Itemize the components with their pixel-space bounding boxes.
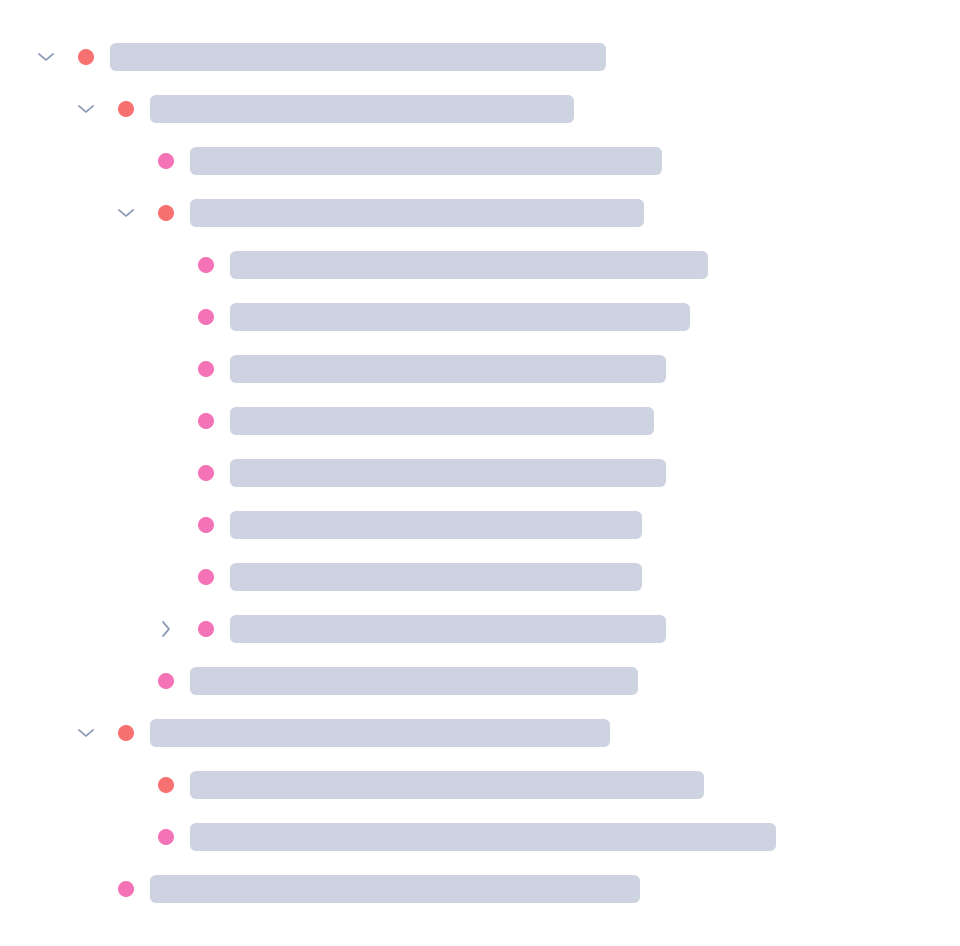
tree-node-row[interactable] xyxy=(0,199,960,227)
chevron-down-icon[interactable] xyxy=(36,47,56,67)
tree-node-label[interactable] xyxy=(110,43,606,71)
folder-dot-icon xyxy=(78,49,94,65)
tree-node-label[interactable] xyxy=(230,563,642,591)
leaf-dot-icon xyxy=(158,153,174,169)
tree-node-row[interactable] xyxy=(0,43,960,71)
folder-dot-icon xyxy=(118,725,134,741)
tree-node-row[interactable] xyxy=(0,95,960,123)
tree-node-row[interactable] xyxy=(0,147,960,175)
chevron-down-icon[interactable] xyxy=(76,99,96,119)
tree-node-row[interactable] xyxy=(0,355,960,383)
chevron-right-icon[interactable] xyxy=(156,619,176,639)
tree-node-label[interactable] xyxy=(150,719,610,747)
tree-node-row[interactable] xyxy=(0,875,960,903)
tree-node-row[interactable] xyxy=(0,667,960,695)
leaf-dot-icon xyxy=(198,621,214,637)
tree-node-label[interactable] xyxy=(230,459,666,487)
tree-node-label[interactable] xyxy=(190,147,662,175)
tree-node-row[interactable] xyxy=(0,823,960,851)
tree-node-label[interactable] xyxy=(230,615,666,643)
tree-node-row[interactable] xyxy=(0,407,960,435)
folder-dot-icon xyxy=(158,777,174,793)
leaf-dot-icon xyxy=(198,569,214,585)
tree-node-row[interactable] xyxy=(0,251,960,279)
tree-node-label[interactable] xyxy=(150,95,574,123)
leaf-dot-icon xyxy=(198,465,214,481)
tree-node-label[interactable] xyxy=(190,667,638,695)
tree-node-row[interactable] xyxy=(0,303,960,331)
leaf-dot-icon xyxy=(158,829,174,845)
folder-dot-icon xyxy=(118,101,134,117)
tree-node-label[interactable] xyxy=(230,511,642,539)
tree-node-label[interactable] xyxy=(190,823,776,851)
leaf-dot-icon xyxy=(158,673,174,689)
tree-view xyxy=(0,0,960,946)
tree-node-row[interactable] xyxy=(0,719,960,747)
leaf-dot-icon xyxy=(198,361,214,377)
tree-node-label[interactable] xyxy=(230,303,690,331)
leaf-dot-icon xyxy=(198,257,214,273)
tree-node-row[interactable] xyxy=(0,615,960,643)
folder-dot-icon xyxy=(158,205,174,221)
leaf-dot-icon xyxy=(198,517,214,533)
tree-node-label[interactable] xyxy=(150,875,640,903)
tree-node-row[interactable] xyxy=(0,563,960,591)
chevron-down-icon[interactable] xyxy=(76,723,96,743)
leaf-dot-icon xyxy=(198,413,214,429)
tree-node-label[interactable] xyxy=(190,771,704,799)
tree-node-row[interactable] xyxy=(0,511,960,539)
tree-node-label[interactable] xyxy=(230,251,708,279)
tree-node-row[interactable] xyxy=(0,459,960,487)
chevron-down-icon[interactable] xyxy=(116,203,136,223)
tree-node-label[interactable] xyxy=(190,199,644,227)
tree-node-label[interactable] xyxy=(230,355,666,383)
tree-node-label[interactable] xyxy=(230,407,654,435)
leaf-dot-icon xyxy=(118,881,134,897)
tree-node-row[interactable] xyxy=(0,771,960,799)
leaf-dot-icon xyxy=(198,309,214,325)
